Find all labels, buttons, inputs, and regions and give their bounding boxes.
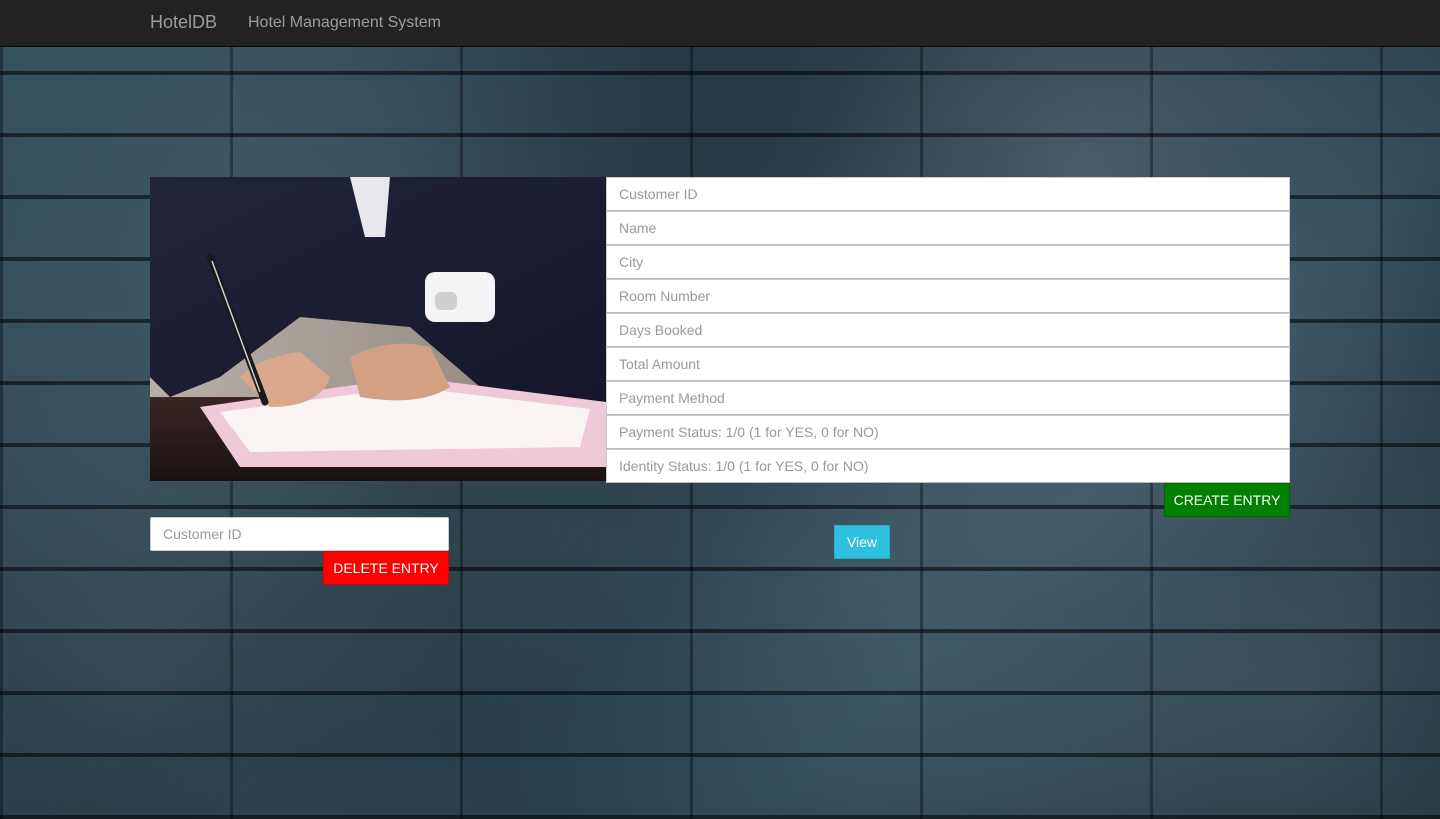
name-input[interactable]: [606, 211, 1290, 245]
brand-link[interactable]: HotelDB: [150, 12, 217, 33]
create-entry-form: [606, 177, 1290, 483]
payment-status-input[interactable]: [606, 415, 1290, 449]
city-input[interactable]: [606, 245, 1290, 279]
view-button[interactable]: View: [834, 525, 890, 559]
create-entry-button[interactable]: CREATE ENTRY: [1164, 483, 1290, 517]
hero-photo: [150, 177, 606, 481]
nav-link-hotel-management[interactable]: Hotel Management System: [248, 14, 441, 32]
top-navbar: HotelDB Hotel Management System: [0, 0, 1440, 47]
total-amount-input[interactable]: [606, 347, 1290, 381]
delete-customer-id-input[interactable]: [150, 517, 449, 551]
payment-method-input[interactable]: [606, 381, 1290, 415]
delete-entry-button[interactable]: DELETE ENTRY: [323, 551, 449, 585]
room-number-input[interactable]: [606, 279, 1290, 313]
identity-status-input[interactable]: [606, 449, 1290, 483]
days-booked-input[interactable]: [606, 313, 1290, 347]
customer-id-input[interactable]: [606, 177, 1290, 211]
